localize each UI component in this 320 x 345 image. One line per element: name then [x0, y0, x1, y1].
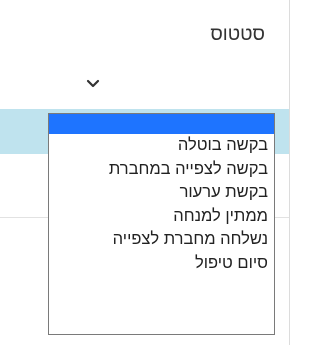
status-label: סטטוס: [210, 24, 265, 45]
status-option-empty[interactable]: [49, 114, 274, 134]
status-option-appeal-request[interactable]: בקשת ערעור: [49, 181, 274, 205]
status-option-notebook-sent[interactable]: נשלחה מחברת לצפייה: [49, 228, 274, 252]
status-option-request-view-notebook[interactable]: בקשה לצפייה במחברת: [49, 158, 274, 182]
status-select[interactable]: [48, 74, 276, 114]
chevron-down-icon[interactable]: [86, 78, 100, 90]
status-option-handling-complete[interactable]: סיום טיפול: [49, 252, 274, 276]
status-dropdown-list[interactable]: בקשה בוטלה בקשה לצפייה במחברת בקשת ערעור…: [48, 113, 275, 335]
status-option-request-cancelled[interactable]: בקשה בוטלה: [49, 134, 274, 158]
status-option-waiting-supervisor[interactable]: ממתין למנחה: [49, 205, 274, 229]
